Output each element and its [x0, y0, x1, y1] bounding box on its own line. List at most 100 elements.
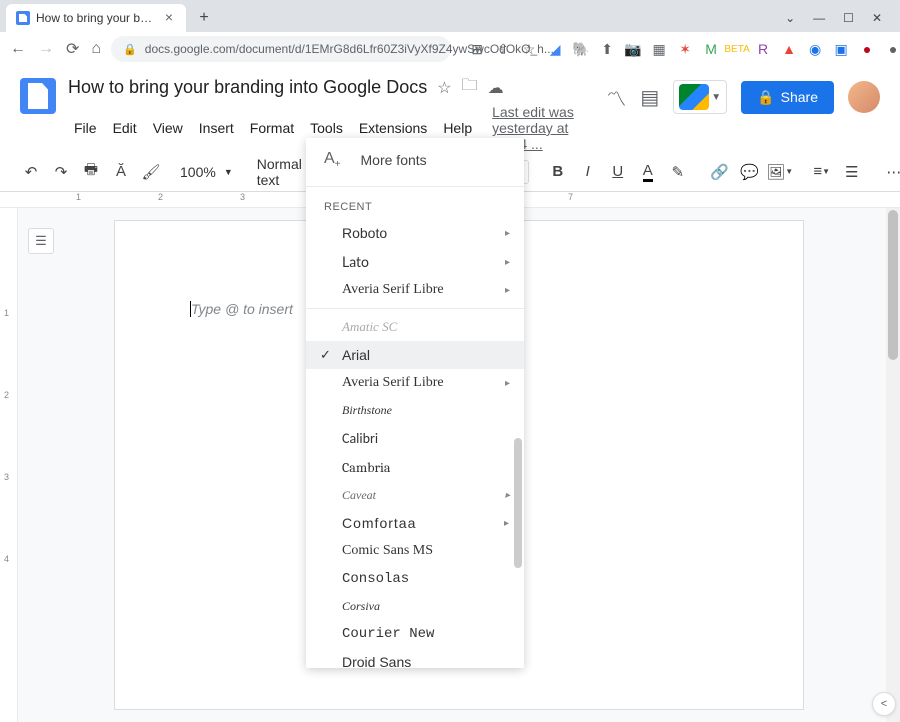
camera-icon[interactable]: 📷: [625, 41, 641, 57]
star-icon[interactable]: ☆: [521, 41, 537, 57]
undo-icon[interactable]: ↶: [18, 159, 44, 185]
home-icon[interactable]: ⌂: [91, 40, 101, 58]
scrollbar[interactable]: [886, 208, 900, 722]
menu-file[interactable]: File: [68, 117, 103, 139]
recent-label: RECENT: [306, 191, 524, 219]
paint-format-icon[interactable]: 🖌: [138, 159, 164, 185]
menu-tools[interactable]: Tools: [304, 117, 349, 139]
more-fonts-label: More fonts: [361, 152, 427, 168]
url-field[interactable]: 🔒 docs.google.com/document/d/1EMrG8d6Lfr…: [111, 36, 451, 62]
forward-icon: →: [38, 40, 54, 58]
new-tab-button[interactable]: +: [192, 6, 216, 30]
spellcheck-icon[interactable]: Ă: [108, 159, 134, 185]
font-menu: A+ More fonts RECENT RobotoLatoAveria Se…: [306, 138, 524, 668]
share-label: Share: [781, 89, 818, 105]
move-icon[interactable]: 🗀: [462, 74, 478, 101]
pinterest-icon[interactable]: ●: [859, 41, 875, 57]
close-tab-icon[interactable]: ×: [162, 11, 176, 25]
text-color-icon[interactable]: A: [635, 159, 661, 185]
bold-icon[interactable]: B: [545, 159, 571, 185]
font-item-averia-serif-libre[interactable]: Averia Serif Libre: [306, 276, 524, 304]
meet-dropdown-icon[interactable]: ▼: [711, 92, 721, 103]
minimize-icon[interactable]: —: [813, 11, 825, 25]
evernote-icon[interactable]: 🐘: [573, 41, 589, 57]
ext-icon-9[interactable]: ▣: [833, 41, 849, 57]
font-item-arial[interactable]: Arial: [306, 341, 524, 369]
redo-icon[interactable]: ↷: [48, 159, 74, 185]
font-item-lato[interactable]: Lato: [306, 247, 524, 276]
chevron-down-icon[interactable]: ⌄: [785, 11, 795, 25]
font-item-corsiva[interactable]: Corsiva: [306, 593, 524, 620]
font-item-consolas[interactable]: Consolas: [306, 565, 524, 593]
highlight-icon[interactable]: ✎: [665, 159, 691, 185]
meet-icon[interactable]: [679, 84, 709, 110]
ext-icon-1[interactable]: ◢: [547, 41, 563, 57]
font-item-comic-sans-ms[interactable]: Comic Sans MS: [306, 537, 524, 565]
vertical-ruler[interactable]: 1 2 3 4: [0, 208, 18, 722]
menu-view[interactable]: View: [147, 117, 189, 139]
share-icon[interactable]: ⇪: [495, 41, 511, 57]
ext-icon-7[interactable]: R: [755, 41, 771, 57]
lock-icon: 🔒: [123, 43, 137, 56]
extension-icons: ⊞ ⇪ ☆ ◢ 🐘 ⬆ 📷 ▦ ✶ M BETA R ▲ ◉ ▣ ● ● ✦ 🧩…: [469, 41, 900, 57]
font-item-birthstone[interactable]: Birthstone: [306, 397, 524, 424]
more-fonts-item[interactable]: A+ More fonts: [306, 138, 524, 182]
add-font-icon: A+: [324, 150, 341, 170]
menu-extensions[interactable]: Extensions: [353, 117, 433, 139]
document-title[interactable]: How to bring your branding into Google D…: [68, 77, 427, 98]
print-icon[interactable]: 🖶: [78, 159, 104, 185]
font-item-calibri[interactable]: Calibri: [306, 424, 524, 453]
insert-placeholder: Type @ to insert: [191, 301, 293, 317]
scrollbar-thumb[interactable]: [888, 210, 898, 360]
url-bar: ← → ⟳ ⌂ 🔒 docs.google.com/document/d/1EM…: [0, 32, 900, 66]
zoom-dropdown[interactable]: 100% ▼: [180, 164, 233, 180]
menu-edit[interactable]: Edit: [107, 117, 143, 139]
ext-icon-2[interactable]: ⬆: [599, 41, 615, 57]
font-item-roboto[interactable]: Roboto: [306, 219, 524, 247]
reload-icon[interactable]: ⟳: [66, 39, 79, 59]
font-menu-scrollbar[interactable]: [514, 438, 522, 568]
lock-share-icon: 🔒: [757, 89, 774, 106]
star-doc-icon[interactable]: ☆: [437, 78, 451, 98]
align-icon[interactable]: ≡ ▼: [809, 159, 835, 185]
font-item-courier-new[interactable]: Courier New: [306, 620, 524, 648]
menu-help[interactable]: Help: [437, 117, 478, 139]
ext-icon-3[interactable]: ▦: [651, 41, 667, 57]
image-icon[interactable]: 🖼 ▼: [767, 159, 793, 185]
user-avatar[interactable]: [848, 81, 880, 113]
font-item-comfortaa[interactable]: Comfortaa: [306, 509, 524, 537]
link-icon[interactable]: 🔗: [707, 159, 733, 185]
browser-tab[interactable]: How to bring your branding into... ×: [6, 4, 186, 32]
font-item-cambria[interactable]: Cambria: [306, 453, 524, 482]
ext-icon-10[interactable]: ●: [885, 41, 900, 57]
font-item-amatic-sc[interactable]: Amatic SC: [306, 313, 524, 341]
close-window-icon[interactable]: ✕: [872, 11, 882, 25]
ext-icon-4[interactable]: ✶: [677, 41, 693, 57]
tab-title: How to bring your branding into...: [36, 11, 156, 25]
trends-icon[interactable]: 〽: [606, 83, 626, 112]
italic-icon[interactable]: I: [575, 159, 601, 185]
font-item-droid-sans[interactable]: Droid Sans: [306, 648, 524, 668]
ext-icon-6[interactable]: BETA: [729, 41, 745, 57]
underline-icon[interactable]: U: [605, 159, 631, 185]
font-item-averia-serif-libre[interactable]: Averia Serif Libre: [306, 369, 524, 397]
back-icon[interactable]: ←: [10, 40, 26, 58]
docs-favicon: [16, 11, 30, 25]
ext-icon-8[interactable]: ◉: [807, 41, 823, 57]
adobe-icon[interactable]: ▲: [781, 41, 797, 57]
more-icon[interactable]: ⋯: [881, 159, 900, 185]
explore-button[interactable]: <: [872, 692, 896, 716]
docs-logo[interactable]: [20, 78, 56, 114]
comment-icon[interactable]: 💬: [737, 159, 763, 185]
menu-insert[interactable]: Insert: [193, 117, 240, 139]
font-item-caveat[interactable]: Caveat: [306, 482, 524, 509]
comments-icon[interactable]: ▤: [640, 85, 659, 110]
maximize-icon[interactable]: ☐: [843, 11, 854, 25]
qr-icon[interactable]: ⊞: [469, 41, 485, 57]
share-button[interactable]: 🔒 Share: [741, 81, 834, 114]
menu-format[interactable]: Format: [244, 117, 300, 139]
ext-icon-5[interactable]: M: [703, 41, 719, 57]
cloud-icon[interactable]: ☁: [488, 78, 504, 98]
line-spacing-icon[interactable]: ☰: [839, 159, 865, 185]
browser-chrome: How to bring your branding into... × + ⌄…: [0, 0, 900, 66]
